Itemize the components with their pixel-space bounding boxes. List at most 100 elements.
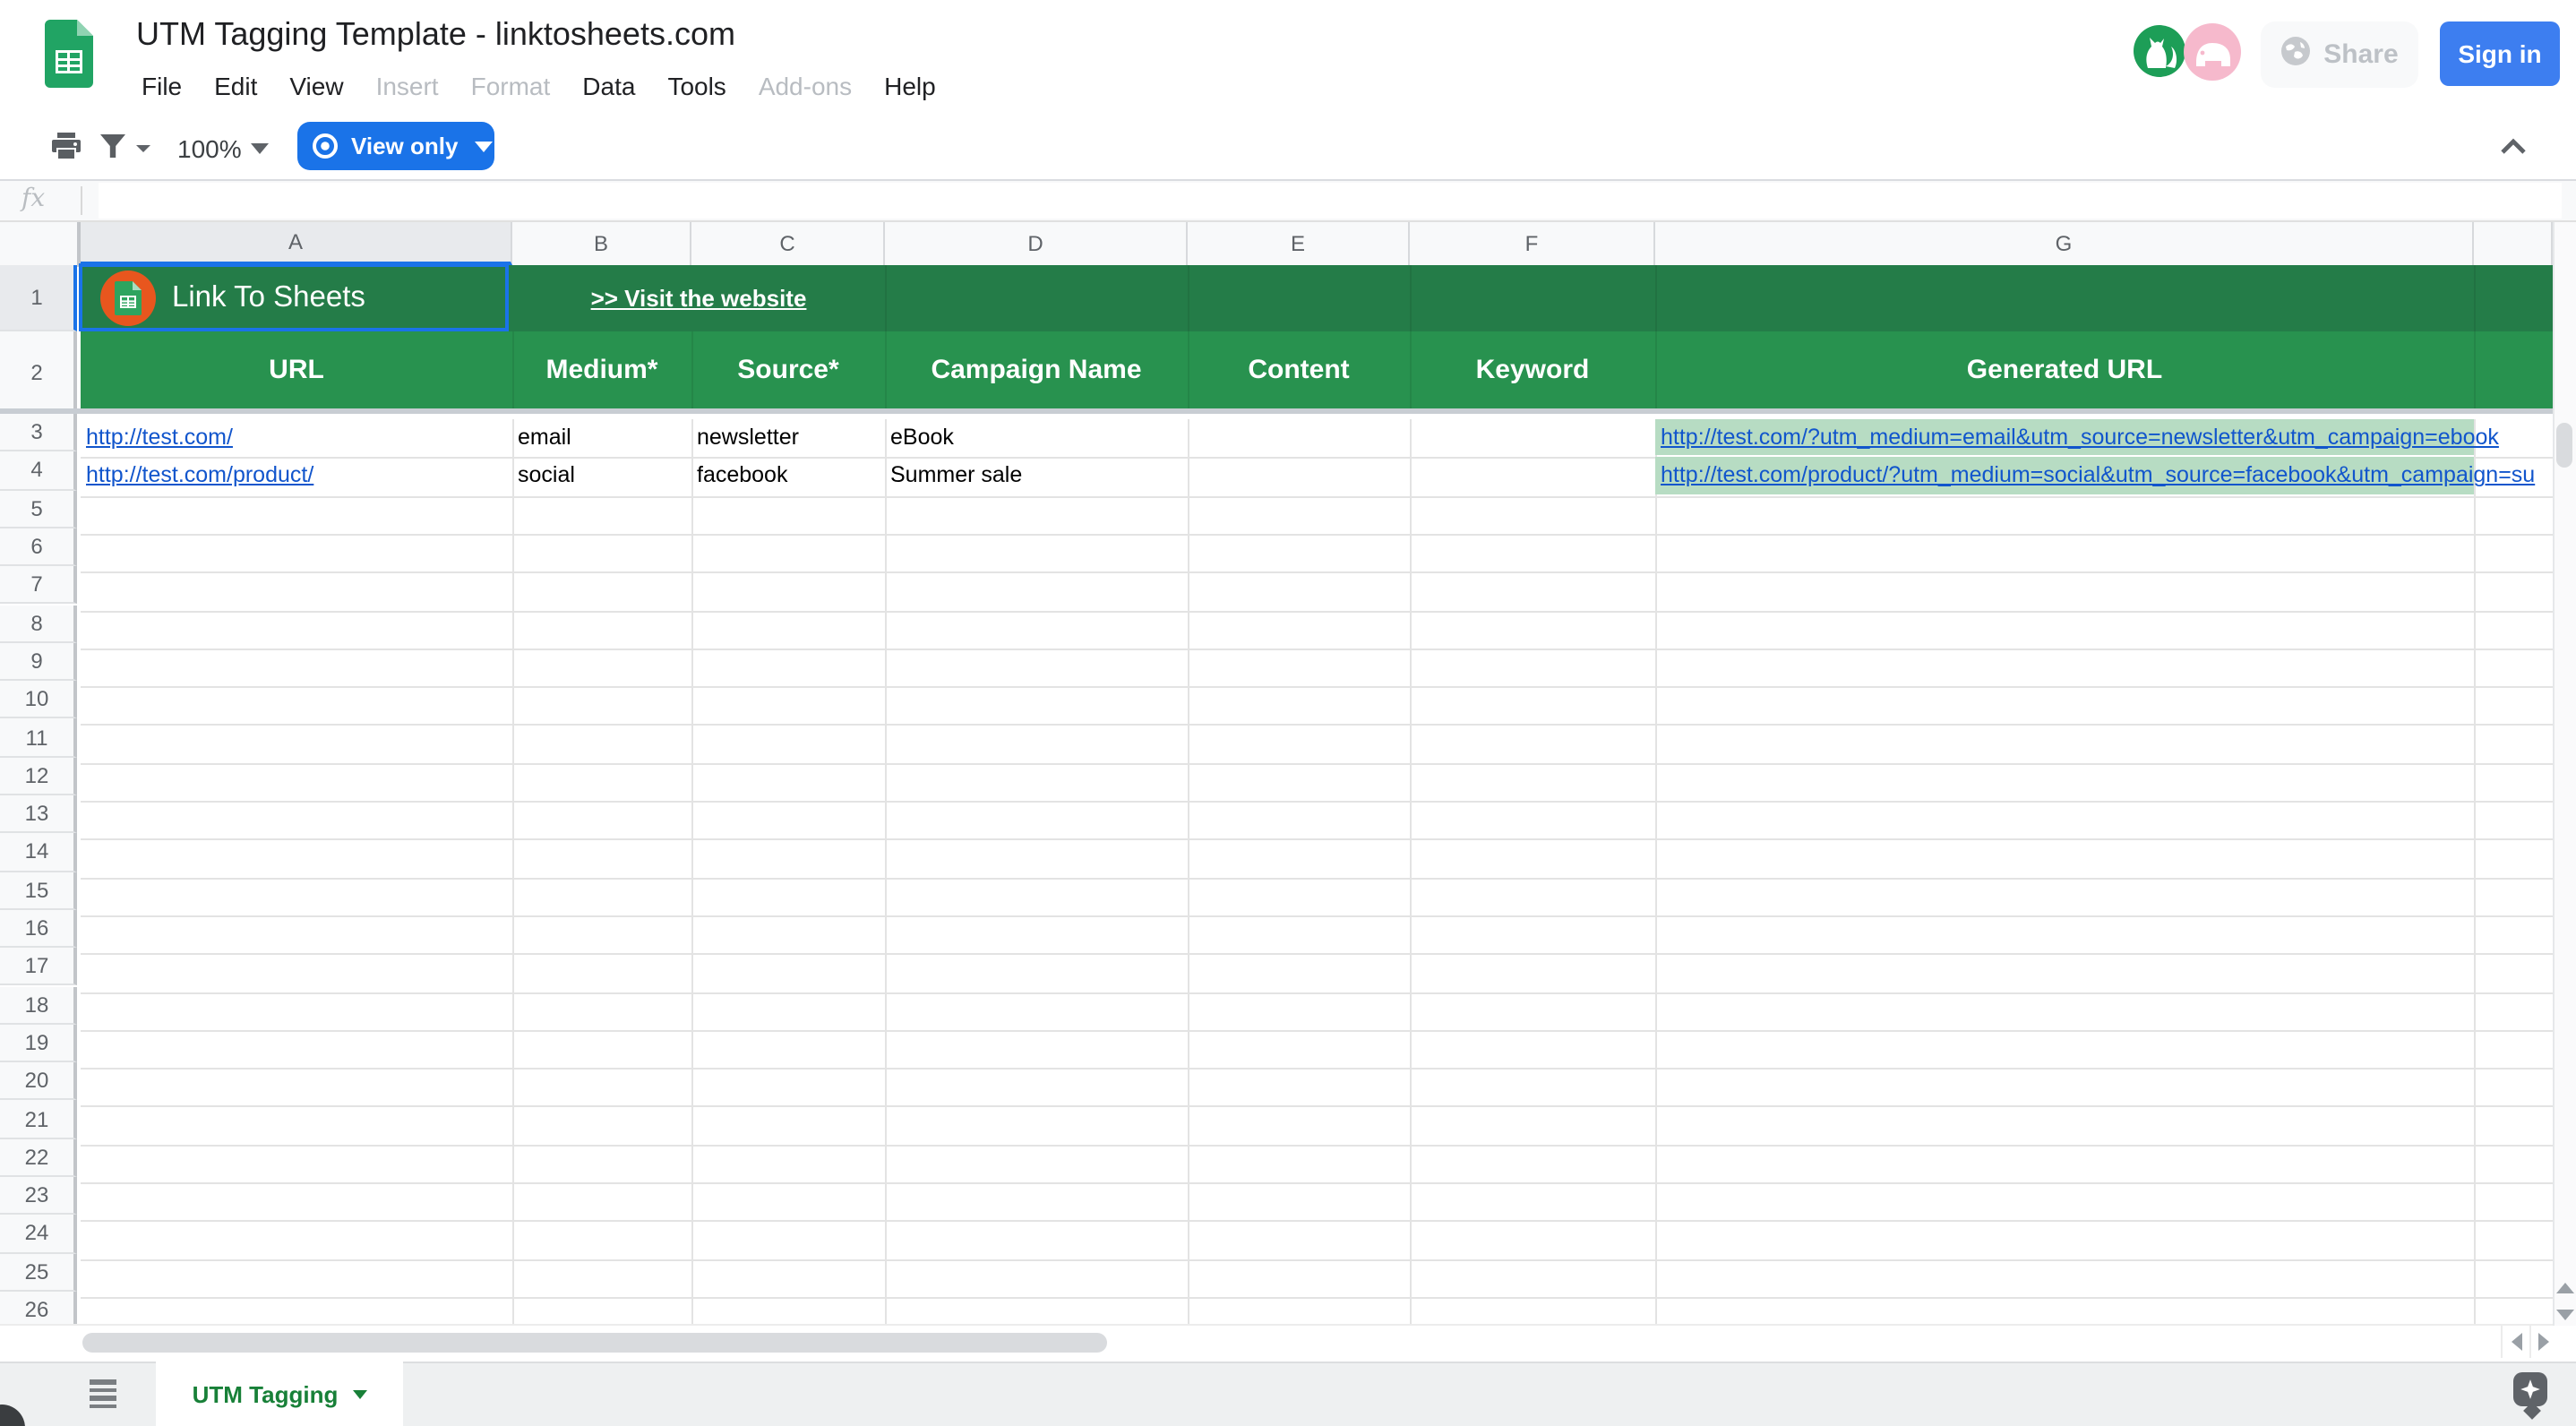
selected-cell-border bbox=[79, 263, 509, 331]
filter-icon[interactable] bbox=[100, 134, 125, 167]
scroll-down-button[interactable] bbox=[2553, 1302, 2576, 1326]
print-icon[interactable] bbox=[52, 133, 81, 168]
row-header-23[interactable]: 23 bbox=[0, 1177, 77, 1216]
horizontal-scrollbar-thumb[interactable] bbox=[82, 1333, 1107, 1353]
cell-A4-link[interactable]: http://test.com/product/ bbox=[86, 458, 313, 494]
gridline bbox=[1188, 419, 1189, 1324]
row-header-9[interactable]: 9 bbox=[0, 643, 77, 682]
row-header-21[interactable]: 21 bbox=[0, 1101, 77, 1139]
row-header-24[interactable]: 24 bbox=[0, 1216, 77, 1254]
vertical-scrollbar-thumb[interactable] bbox=[2556, 423, 2572, 468]
menu-edit[interactable]: Edit bbox=[198, 68, 273, 107]
header-cell-separator bbox=[2474, 331, 2476, 408]
viewer-avatar-green-animal[interactable] bbox=[2134, 25, 2185, 77]
sign-in-button[interactable]: Sign in bbox=[2440, 21, 2560, 86]
row-header-7[interactable]: 7 bbox=[0, 566, 77, 605]
gridline bbox=[81, 762, 2553, 764]
row-header-14[interactable]: 14 bbox=[0, 834, 77, 872]
cell-A3-link[interactable]: http://test.com/ bbox=[86, 419, 233, 456]
cell-C4: facebook bbox=[697, 458, 787, 494]
row-header-16[interactable]: 16 bbox=[0, 910, 77, 949]
sheets-logo-icon[interactable] bbox=[45, 20, 93, 88]
filter-dropdown-caret[interactable] bbox=[136, 145, 150, 152]
scroll-up-button[interactable] bbox=[2553, 1276, 2576, 1301]
sheet-tab-utm-tagging[interactable]: UTM Tagging bbox=[156, 1362, 403, 1426]
column-header-partial[interactable] bbox=[2474, 222, 2553, 265]
row-header-12[interactable]: 12 bbox=[0, 757, 77, 795]
row-header-17[interactable]: 17 bbox=[0, 948, 77, 986]
gridline bbox=[81, 877, 2553, 879]
row-header-25[interactable]: 25 bbox=[0, 1253, 77, 1292]
row-header-1[interactable]: 1 bbox=[0, 265, 77, 331]
gridline bbox=[1655, 419, 1657, 1324]
row-header-18[interactable]: 18 bbox=[0, 986, 77, 1025]
row-header-13[interactable]: 13 bbox=[0, 795, 77, 834]
row-header-11[interactable]: 11 bbox=[0, 719, 77, 758]
row-header-8[interactable]: 8 bbox=[0, 605, 77, 643]
column-header-E[interactable]: E bbox=[1188, 222, 1410, 265]
row-header-20[interactable]: 20 bbox=[0, 1062, 77, 1101]
visit-website-link[interactable]: >> Visit the website bbox=[512, 265, 885, 331]
header-cell-generated-url[interactable]: Generated URL bbox=[1655, 331, 2474, 408]
row-header-6[interactable]: 6 bbox=[0, 528, 77, 567]
sheet-tab-label: UTM Tagging bbox=[193, 1380, 339, 1407]
document-title[interactable]: UTM Tagging Template - linktosheets.com bbox=[136, 16, 735, 54]
explore-button[interactable] bbox=[2513, 1372, 2547, 1406]
header-cell-url[interactable]: URL bbox=[81, 331, 512, 408]
formula-input[interactable] bbox=[99, 183, 2562, 219]
gridline bbox=[81, 1258, 2553, 1260]
column-header-G[interactable]: G bbox=[1655, 222, 2474, 265]
gridline bbox=[81, 1030, 2553, 1032]
select-all-corner[interactable] bbox=[0, 222, 81, 267]
gridline bbox=[81, 1297, 2553, 1299]
vertical-scrollbar-track[interactable] bbox=[2553, 222, 2576, 1324]
row-header-2[interactable]: 2 bbox=[0, 331, 77, 414]
eye-icon bbox=[312, 133, 339, 159]
row-header-3[interactable]: 3 bbox=[0, 414, 77, 452]
gridline bbox=[81, 1106, 2553, 1108]
column-header-B[interactable]: B bbox=[512, 222, 691, 265]
gridline bbox=[512, 419, 514, 1324]
column-header-A[interactable]: A bbox=[81, 222, 512, 265]
row-header-19[interactable]: 19 bbox=[0, 1025, 77, 1063]
zoom-dropdown-caret[interactable] bbox=[251, 143, 269, 154]
menu-file[interactable]: File bbox=[125, 68, 198, 107]
row-header-4[interactable]: 4 bbox=[0, 452, 77, 491]
gridline bbox=[81, 571, 2553, 573]
scroll-left-button[interactable] bbox=[2501, 1326, 2529, 1358]
banner-cell-separator bbox=[1655, 265, 1657, 331]
frozen-rows-divider[interactable] bbox=[0, 408, 2553, 414]
view-only-button[interactable]: View only bbox=[297, 122, 494, 170]
row-header-10[interactable]: 10 bbox=[0, 681, 77, 719]
zoom-level-select[interactable]: 100% bbox=[177, 134, 242, 163]
menu-tools[interactable]: Tools bbox=[651, 68, 742, 107]
gridline bbox=[81, 649, 2553, 650]
header-cell-content[interactable]: Content bbox=[1188, 331, 1410, 408]
header-cell-campaign-name[interactable]: Campaign Name bbox=[885, 331, 1188, 408]
header-cell-source-[interactable]: Source* bbox=[691, 331, 885, 408]
globe-icon bbox=[2280, 35, 2311, 74]
menu-data[interactable]: Data bbox=[566, 68, 651, 107]
column-header-D[interactable]: D bbox=[885, 222, 1188, 265]
cell-G4-link[interactable]: http://test.com/product/?utm_medium=soci… bbox=[1661, 458, 2553, 494]
row-header-15[interactable]: 15 bbox=[0, 872, 77, 910]
all-sheets-icon[interactable] bbox=[81, 1372, 124, 1415]
row-header-5[interactable]: 5 bbox=[0, 490, 77, 528]
share-button[interactable]: Share bbox=[2261, 21, 2418, 88]
row-header-22[interactable]: 22 bbox=[0, 1138, 77, 1177]
header-cell-keyword[interactable]: Keyword bbox=[1410, 331, 1655, 408]
viewer-avatar-pink-animal[interactable] bbox=[2184, 23, 2241, 81]
formula-bar-divider bbox=[81, 186, 82, 215]
collapse-toolbar-chevron[interactable] bbox=[2501, 131, 2526, 163]
menu-insert: Insert bbox=[360, 68, 455, 107]
scroll-right-button[interactable] bbox=[2529, 1326, 2556, 1358]
cell-G3-link[interactable]: http://test.com/?utm_medium=email&utm_so… bbox=[1661, 419, 2553, 456]
menu-help[interactable]: Help bbox=[868, 68, 952, 107]
column-header-F[interactable]: F bbox=[1410, 222, 1655, 265]
menu-view[interactable]: View bbox=[273, 68, 359, 107]
sheet-tab-menu-caret[interactable] bbox=[352, 1389, 366, 1398]
header-cell-medium-[interactable]: Medium* bbox=[512, 331, 691, 408]
view-only-dropdown-caret[interactable] bbox=[474, 141, 492, 151]
gridline bbox=[81, 1221, 2553, 1223]
column-header-C[interactable]: C bbox=[691, 222, 885, 265]
